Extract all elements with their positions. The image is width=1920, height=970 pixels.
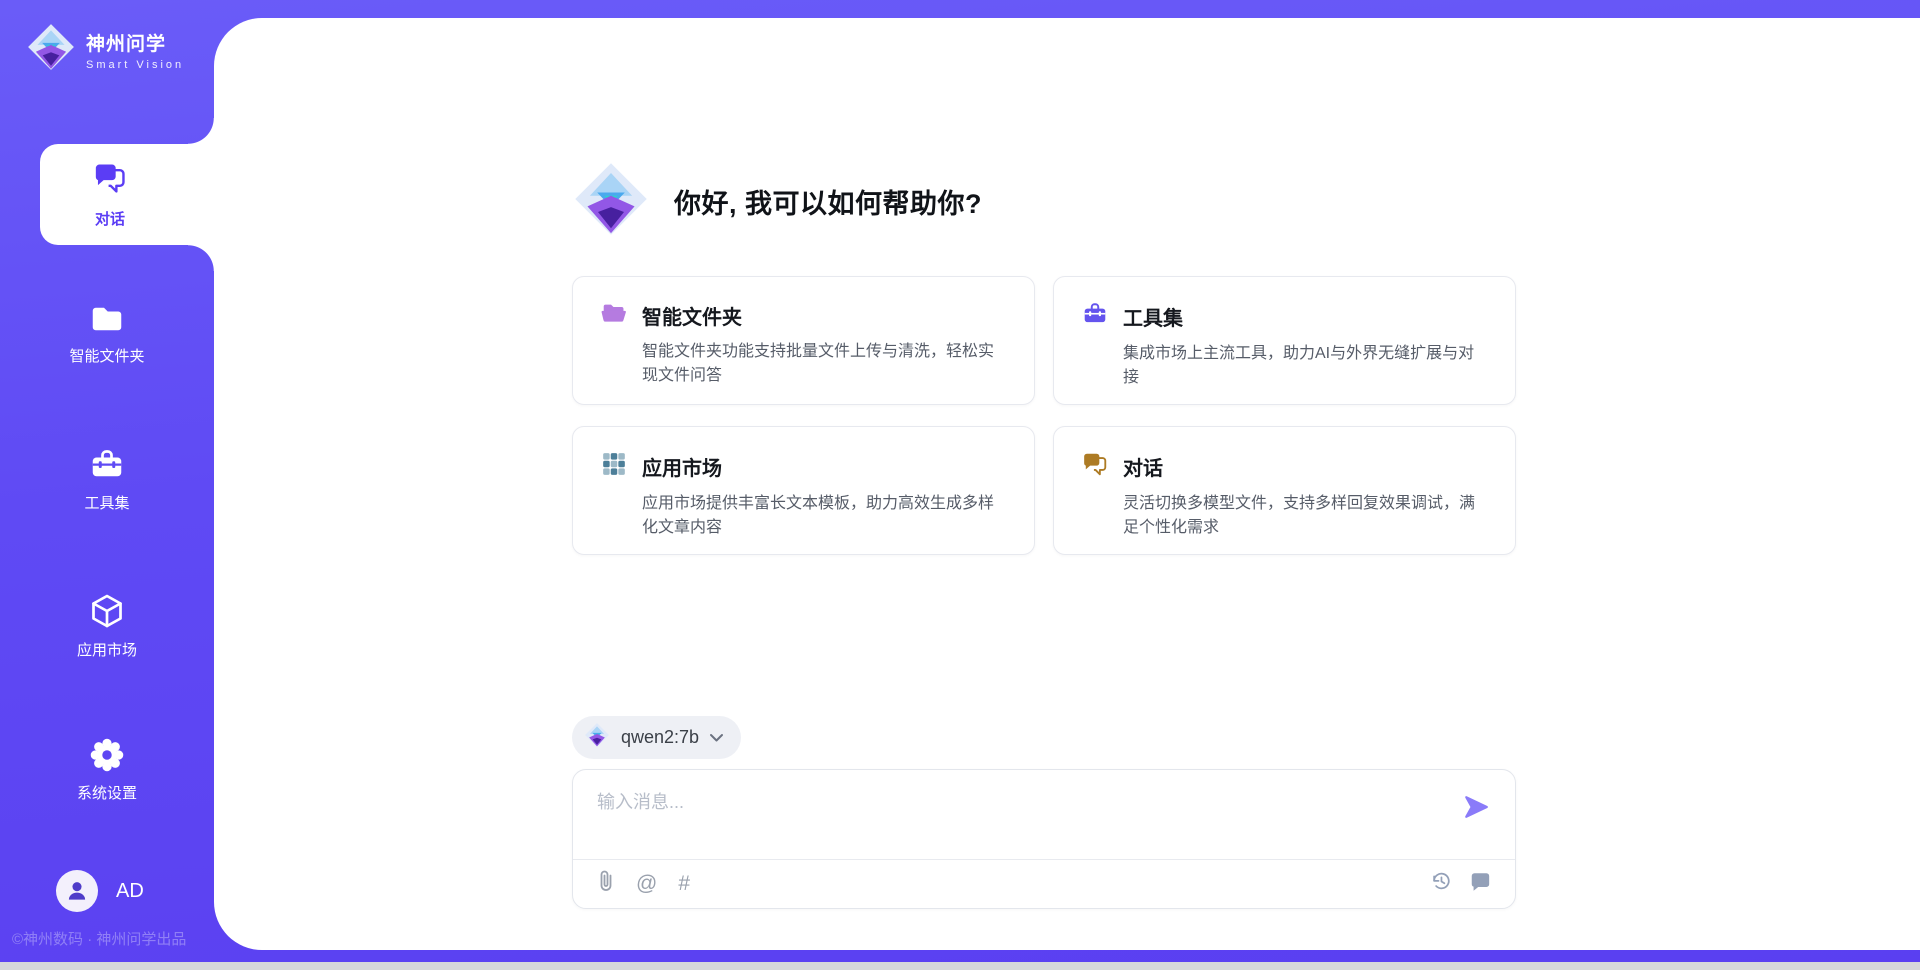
folder-open-icon (601, 301, 627, 330)
attach-file-button[interactable] (597, 870, 615, 896)
mention-button[interactable]: @ (636, 873, 657, 894)
chat-icon (93, 161, 127, 200)
sidebar-item-label: 系统设置 (77, 782, 137, 803)
brand-gem-icon (26, 22, 76, 77)
feature-card-toolset[interactable]: 工具集 集成市场上主流工具，助力AI与外界无缝扩展与对接 (1053, 276, 1516, 405)
feature-card-app-market[interactable]: 应用市场 应用市场提供丰富长文本模板，助力高效生成多样化文章内容 (572, 426, 1035, 555)
copyright-text: ©神州数码 · 神州问学出品 (12, 928, 186, 949)
card-description: 应用市场提供丰富长文本模板，助力高效生成多样化文章内容 (642, 492, 1006, 540)
user-initials: AD (116, 880, 144, 903)
assistant-gem-icon (572, 160, 650, 243)
grid-icon (601, 451, 627, 482)
sidebar-item-chat[interactable]: 对话 (40, 144, 214, 245)
history-icon (1430, 870, 1452, 896)
folder-icon (89, 302, 125, 336)
model-name: qwen2:7b (621, 727, 699, 748)
greeting-title: 你好, 我可以如何帮助你? (674, 182, 982, 221)
chevron-down-icon (710, 729, 723, 747)
cube-icon (89, 592, 125, 630)
sidebar-item-app-market[interactable]: 应用市场 (0, 592, 214, 660)
message-composer: @ # (572, 769, 1516, 909)
history-button[interactable] (1430, 870, 1452, 896)
model-gem-icon (584, 722, 610, 753)
sidebar-item-label: 工具集 (84, 492, 129, 513)
card-description: 灵活切换多模型文件，支持多样回复效果调试，满足个性化需求 (1123, 492, 1487, 540)
card-title: 智能文件夹 (642, 301, 742, 330)
gear-icon (89, 737, 125, 773)
avatar (56, 870, 98, 912)
user-profile[interactable]: AD (56, 870, 144, 912)
new-chat-button[interactable] (1469, 870, 1491, 896)
chat-bubble-icon (1469, 870, 1491, 896)
sidebar-item-settings[interactable]: 系统设置 (0, 737, 214, 803)
composer-divider (573, 859, 1515, 860)
sidebar-item-label: 智能文件夹 (69, 345, 144, 366)
brand-logo: 神州问学 Smart Vision (26, 22, 184, 77)
card-title: 对话 (1123, 452, 1163, 481)
feature-card-smart-folder[interactable]: 智能文件夹 智能文件夹功能支持批量文件上传与清洗，轻松实现文件问答 (572, 276, 1035, 405)
brand-text: 神州问学 Smart Vision (86, 29, 184, 71)
briefcase-icon (1082, 301, 1108, 332)
sidebar: 神州问学 Smart Vision 对话 智能文件夹 (0, 0, 214, 970)
greeting-block: 你好, 我可以如何帮助你? (572, 160, 982, 243)
brand-name: 神州问学 (86, 29, 184, 56)
card-description: 集成市场上主流工具，助力AI与外界无缝扩展与对接 (1123, 342, 1487, 390)
at-sign-icon: @ (636, 873, 657, 894)
hash-icon: # (678, 873, 690, 894)
sidebar-item-smart-folder[interactable]: 智能文件夹 (0, 302, 214, 366)
card-title: 工具集 (1123, 302, 1183, 331)
chat-icon (1082, 451, 1108, 482)
app-window: 神州问学 Smart Vision 对话 智能文件夹 (0, 0, 1920, 970)
card-title: 应用市场 (642, 452, 722, 481)
paperclip-icon (597, 870, 615, 896)
feature-card-chat[interactable]: 对话 灵活切换多模型文件，支持多样回复效果调试，满足个性化需求 (1053, 426, 1516, 555)
briefcase-icon (89, 447, 125, 483)
model-selector[interactable]: qwen2:7b (572, 716, 741, 759)
sidebar-item-label: 对话 (95, 208, 125, 229)
sidebar-item-label: 应用市场 (77, 639, 137, 660)
window-bottom-edge (0, 962, 1920, 970)
send-button[interactable] (1463, 794, 1489, 820)
main-content: 你好, 我可以如何帮助你? 智能文件夹 智能文件夹功能支持批量文件上传与清洗，轻… (214, 18, 1920, 950)
message-input[interactable] (597, 788, 1437, 850)
brand-subtitle: Smart Vision (86, 59, 184, 71)
topic-button[interactable]: # (678, 873, 690, 894)
card-description: 智能文件夹功能支持批量文件上传与清洗，轻松实现文件问答 (642, 340, 1006, 388)
sidebar-item-toolset[interactable]: 工具集 (0, 447, 214, 513)
